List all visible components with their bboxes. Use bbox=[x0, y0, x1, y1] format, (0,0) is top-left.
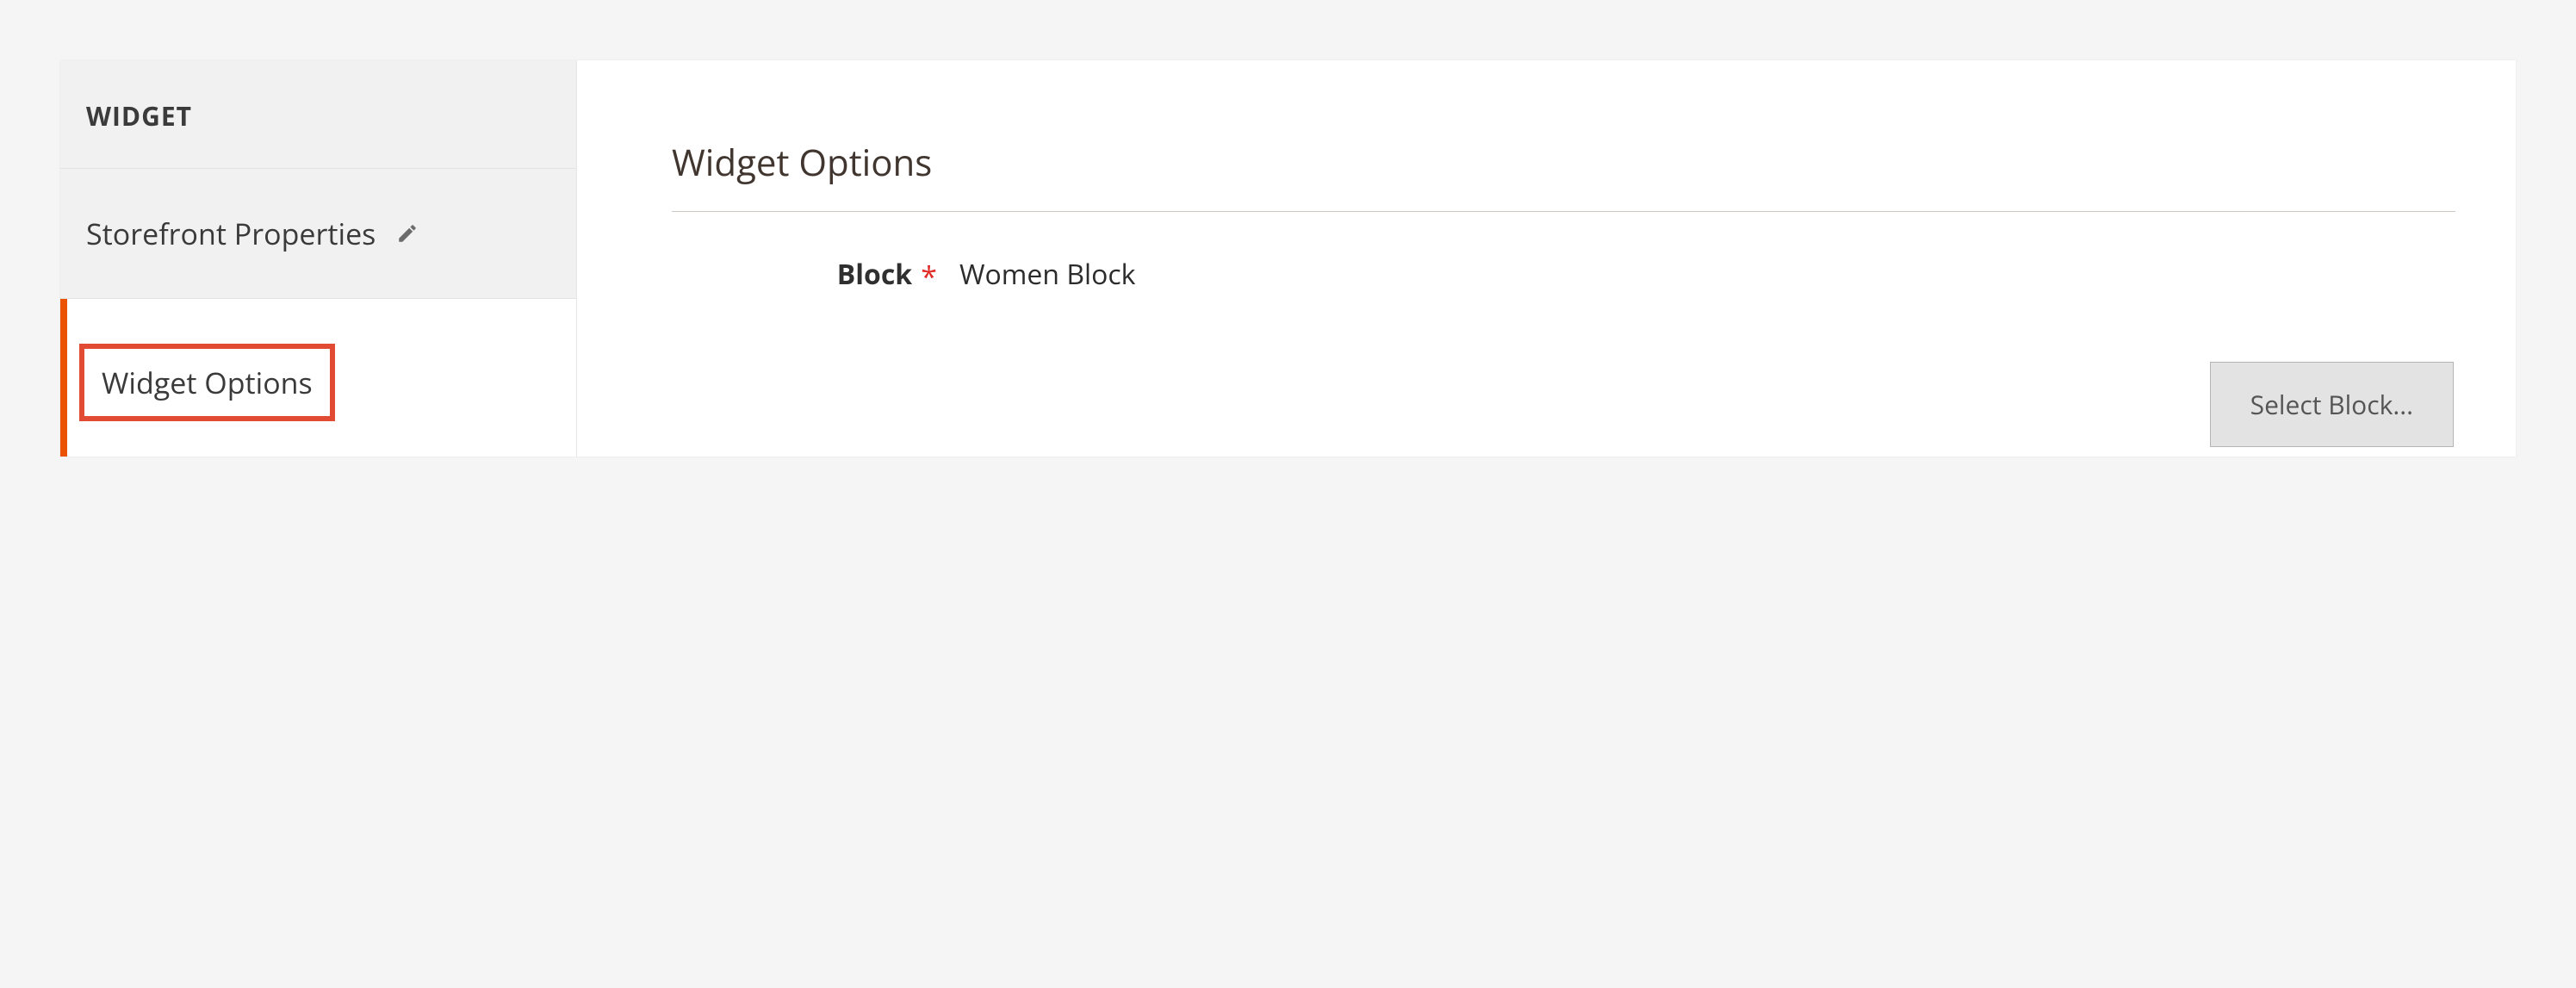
select-block-button[interactable]: Select Block... bbox=[2210, 362, 2454, 447]
tab-label: Widget Options bbox=[79, 344, 335, 421]
widget-config-panel: WIDGET Storefront Properties Widget Opti… bbox=[60, 60, 2516, 457]
block-field-value: Women Block bbox=[959, 256, 1135, 293]
tab-label: Storefront Properties bbox=[86, 214, 376, 253]
tab-widget-options[interactable]: Widget Options bbox=[60, 299, 576, 457]
sidebar: WIDGET Storefront Properties Widget Opti… bbox=[60, 60, 577, 457]
block-field-label: Block bbox=[837, 256, 912, 293]
section-title: Widget Options bbox=[672, 138, 2455, 212]
field-label-wrap: Block * bbox=[672, 253, 959, 293]
tab-storefront-properties[interactable]: Storefront Properties bbox=[60, 169, 576, 299]
required-asterisk: * bbox=[921, 257, 937, 296]
block-field-row: Block * Women Block bbox=[672, 253, 2516, 293]
sidebar-header: WIDGET bbox=[60, 60, 576, 169]
pencil-icon bbox=[396, 222, 419, 245]
content-area: Widget Options Block * Women Block Selec… bbox=[577, 60, 2516, 457]
